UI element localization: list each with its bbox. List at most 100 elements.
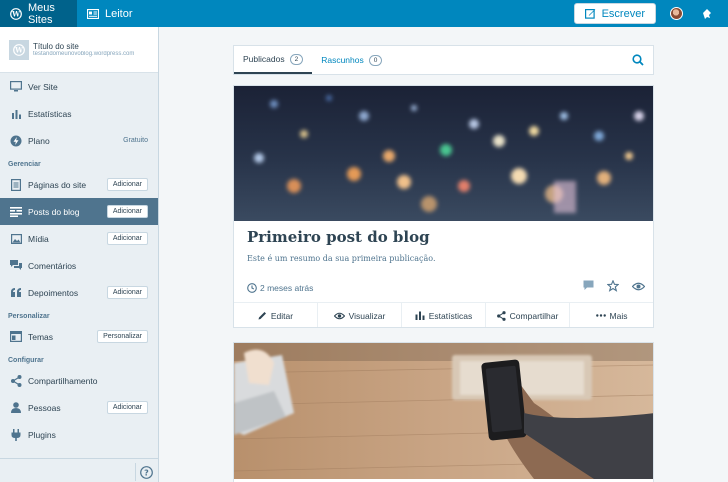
sidebar: W Título do site testandomeunovoblog.wor… bbox=[0, 27, 159, 482]
reader-icon bbox=[87, 8, 99, 19]
sidebar-item-label: Compartilhamento bbox=[28, 375, 98, 386]
plugins-icon bbox=[10, 428, 22, 441]
share-label: Compartilhar bbox=[509, 310, 559, 321]
sidebar-item-label: Páginas do site bbox=[28, 179, 87, 190]
sidebar-item-sharing[interactable]: Compartilhamento bbox=[0, 367, 158, 394]
reader-button[interactable]: Leitor bbox=[77, 0, 143, 27]
plan-icon bbox=[10, 135, 22, 147]
edit-button[interactable]: Editar bbox=[234, 303, 318, 327]
sidebar-item-people[interactable]: Pessoas Adicionar bbox=[0, 394, 158, 421]
sidebar-item-plugins[interactable]: Plugins bbox=[0, 421, 158, 448]
add-testimonial-button[interactable]: Adicionar bbox=[106, 286, 148, 299]
share-icon bbox=[10, 374, 22, 387]
plan-badge: Gratuito bbox=[123, 137, 148, 144]
sidebar-item-comments[interactable]: Comentários bbox=[0, 252, 158, 279]
sidebar-item-posts[interactable]: Posts do blog Adicionar bbox=[0, 198, 158, 225]
post-excerpt: Este é um resumo da sua primeira publica… bbox=[247, 254, 436, 263]
stats-button[interactable]: Estatísticas bbox=[402, 303, 486, 327]
add-people-button[interactable]: Adicionar bbox=[106, 401, 148, 414]
sidebar-footer: ? bbox=[0, 458, 158, 482]
view-label: Visualizar bbox=[348, 310, 386, 321]
section-heading-manage: Gerenciar bbox=[8, 161, 41, 168]
site-url: testandomeunovoblog.wordpress.com bbox=[33, 51, 135, 57]
customize-button[interactable]: Personalizar bbox=[97, 330, 148, 343]
section-heading-configure: Configurar bbox=[8, 357, 44, 364]
eye-icon bbox=[333, 312, 345, 320]
share-button[interactable]: Compartilhar bbox=[486, 303, 570, 327]
section-heading-personalize: Personalizar bbox=[8, 313, 50, 320]
pages-icon bbox=[10, 178, 22, 191]
sidebar-item-label: Depoimentos bbox=[28, 287, 79, 298]
reader-label: Leitor bbox=[105, 7, 133, 20]
site-icon: W bbox=[9, 39, 29, 60]
sidebar-item-testimonials[interactable]: Depoimentos Adicionar bbox=[0, 279, 158, 306]
sidebar-item-stats[interactable]: Estatísticas bbox=[0, 100, 158, 127]
sidebar-item-label: Temas bbox=[28, 331, 54, 342]
tab-published[interactable]: Publicados 2 bbox=[234, 46, 313, 74]
sidebar-item-pages[interactable]: Páginas do site Adicionar bbox=[0, 171, 158, 198]
add-post-button[interactable]: Adicionar bbox=[106, 205, 148, 218]
post-time[interactable]: 2 meses atrás bbox=[247, 283, 313, 293]
people-icon bbox=[10, 402, 22, 413]
drafts-count-badge: 0 bbox=[368, 54, 383, 66]
tab-label: Rascunhos bbox=[321, 55, 364, 65]
comment-icon[interactable] bbox=[583, 280, 594, 295]
sidebar-item-label: Ver Site bbox=[28, 81, 58, 92]
my-sites-label: Meus Sites bbox=[28, 1, 55, 26]
write-label: Escrever bbox=[601, 7, 645, 20]
edit-label: Editar bbox=[270, 310, 294, 321]
published-count-badge: 2 bbox=[289, 53, 304, 65]
tab-drafts[interactable]: Rascunhos 0 bbox=[312, 46, 391, 74]
media-icon bbox=[10, 233, 22, 244]
more-button[interactable]: Mais bbox=[570, 303, 653, 327]
post-featured-image[interactable] bbox=[234, 343, 653, 479]
sidebar-item-plan[interactable]: Plano Gratuito bbox=[0, 127, 158, 154]
posts-icon bbox=[10, 206, 22, 217]
post-featured-image[interactable] bbox=[234, 86, 653, 221]
avatar[interactable] bbox=[670, 7, 683, 20]
clock-icon bbox=[247, 283, 257, 293]
sidebar-item-view-site[interactable]: Ver Site bbox=[0, 73, 158, 100]
write-icon bbox=[584, 8, 596, 19]
quote-icon bbox=[10, 288, 22, 297]
post-time-label: 2 meses atrás bbox=[260, 283, 314, 293]
pencil-icon bbox=[258, 311, 267, 320]
search-icon[interactable] bbox=[623, 46, 653, 74]
post-card bbox=[233, 342, 654, 482]
notifications-icon[interactable] bbox=[701, 8, 712, 19]
sidebar-item-label: Mídia bbox=[28, 233, 49, 244]
star-icon[interactable] bbox=[606, 279, 620, 295]
post-title[interactable]: Primeiro post do blog bbox=[247, 228, 430, 246]
add-page-button[interactable]: Adicionar bbox=[106, 178, 148, 191]
sidebar-item-label: Pessoas bbox=[28, 402, 61, 413]
sidebar-item-media[interactable]: Mídia Adicionar bbox=[0, 225, 158, 252]
themes-icon bbox=[10, 331, 22, 342]
svg-text:?: ? bbox=[144, 468, 149, 477]
eye-icon[interactable] bbox=[631, 280, 646, 295]
add-media-button[interactable]: Adicionar bbox=[106, 232, 148, 245]
post-quick-actions bbox=[583, 279, 646, 295]
wordpress-icon: W bbox=[10, 7, 22, 20]
sidebar-item-label: Comentários bbox=[28, 260, 77, 271]
sidebar-item-label: Estatísticas bbox=[28, 108, 72, 119]
help-icon[interactable]: ? bbox=[135, 463, 157, 481]
post-status-tabs: Publicados 2 Rascunhos 0 bbox=[233, 45, 654, 75]
post-card: Primeiro post do blog Este é um resumo d… bbox=[233, 85, 654, 328]
sidebar-item-label: Plano bbox=[28, 135, 50, 146]
masterbar: W Meus Sites Leitor Escrever bbox=[0, 0, 728, 27]
sidebar-item-label: Plugins bbox=[28, 429, 56, 440]
post-actions-bar: Editar Visualizar Estatísticas Compartil… bbox=[234, 302, 653, 327]
share-icon bbox=[496, 310, 506, 321]
stats-icon bbox=[415, 311, 425, 320]
monitor-icon bbox=[10, 81, 22, 92]
my-sites-button[interactable]: W Meus Sites bbox=[0, 0, 77, 27]
write-button[interactable]: Escrever bbox=[573, 3, 656, 24]
ellipsis-icon bbox=[595, 314, 606, 317]
sidebar-item-themes[interactable]: Temas Personalizar bbox=[0, 323, 158, 350]
view-button[interactable]: Visualizar bbox=[318, 303, 402, 327]
stats-label: Estatísticas bbox=[428, 310, 473, 321]
site-card[interactable]: W Título do site testandomeunovoblog.wor… bbox=[0, 27, 158, 73]
sidebar-item-label: Posts do blog bbox=[28, 206, 80, 217]
svg-text:W: W bbox=[14, 45, 23, 54]
stats-icon bbox=[10, 109, 22, 119]
